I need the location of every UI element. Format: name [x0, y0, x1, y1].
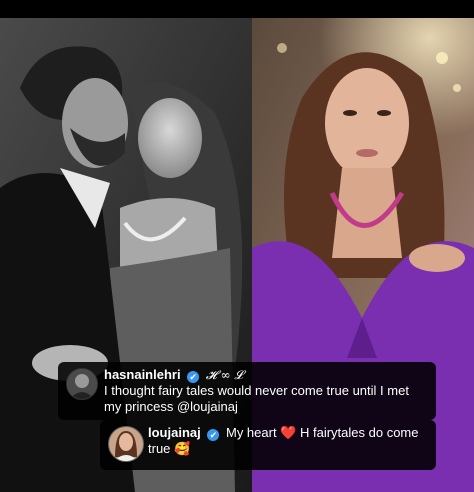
top-black-bar — [0, 0, 474, 18]
comment-header: hasnainlehri ✔ 𝓗 ∞ 𝓛 — [104, 367, 428, 383]
avatar[interactable] — [66, 368, 98, 400]
reply-text-prefix: My heart — [225, 425, 277, 440]
smiling-face-hearts-emoji-icon: 🥰 — [174, 441, 191, 456]
comment-hasnainlehri: hasnainlehri ✔ 𝓗 ∞ 𝓛 I thought fairy tal… — [58, 362, 436, 420]
username[interactable]: hasnainlehri — [104, 367, 181, 382]
verified-badge-icon: ✔ — [207, 429, 220, 441]
verified-badge-icon: ✔ — [187, 371, 200, 383]
reply-line: loujainaj ✔ My heart ❤️ H fairytales do … — [148, 425, 428, 457]
username[interactable]: loujainaj — [148, 425, 201, 440]
heart-emoji-icon: ❤️ — [280, 425, 297, 440]
avatar[interactable] — [108, 426, 144, 462]
name-tag: 𝓗 ∞ 𝓛 — [205, 368, 244, 382]
comment-loujainaj: loujainaj ✔ My heart ❤️ H fairytales do … — [100, 420, 436, 470]
comment-text: I thought fairy tales would never come t… — [104, 383, 409, 414]
